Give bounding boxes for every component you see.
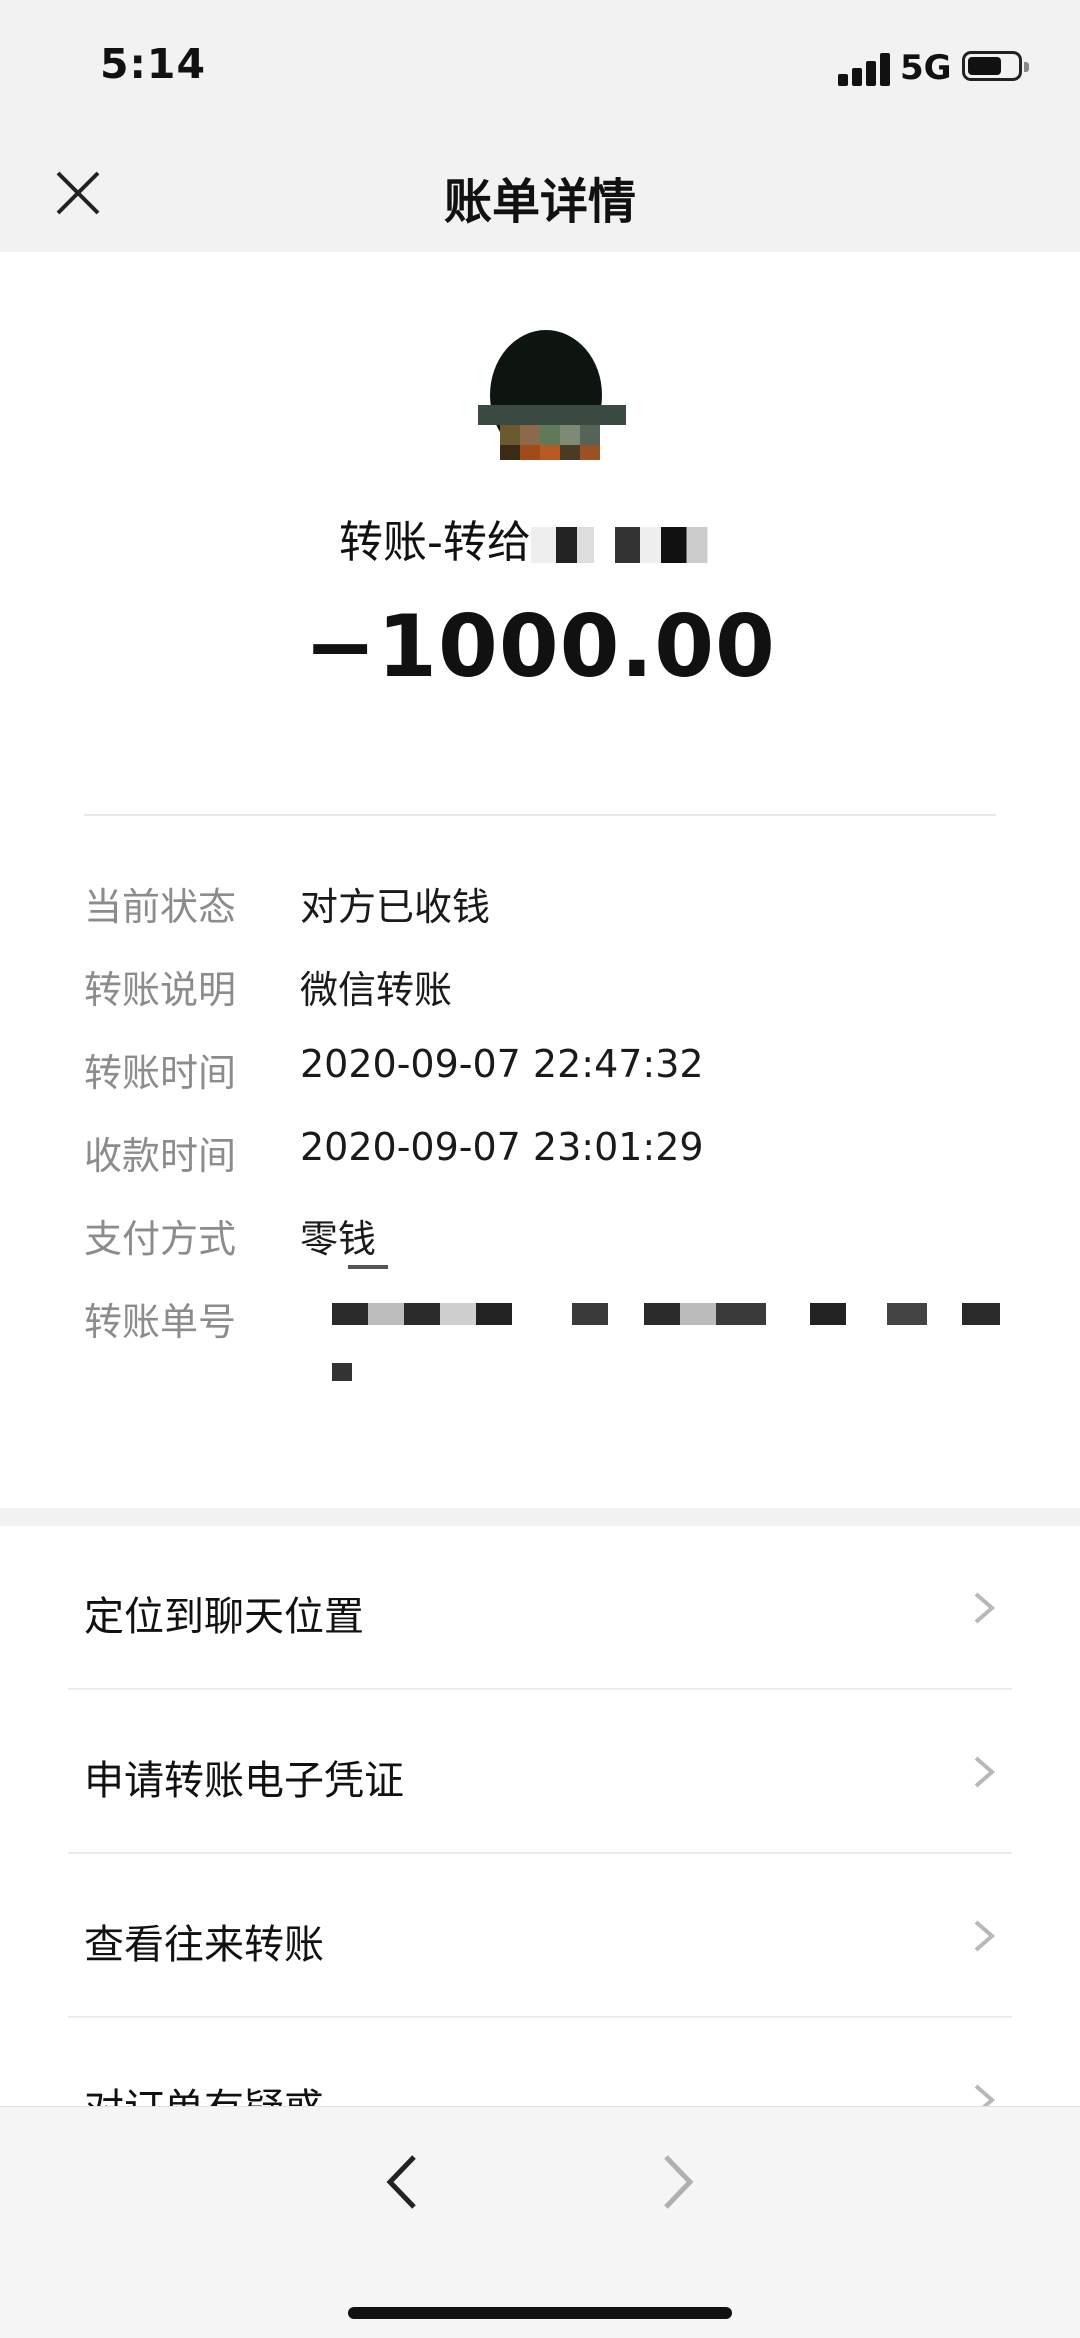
link-underline [348,1265,388,1269]
home-indicator [348,2307,732,2319]
menu-item-request-receipt[interactable]: 申请转账电子凭证 [0,1690,1080,1854]
detail-row-transfer-time: 转账时间 2020-09-07 22:47:32 [84,1042,996,1125]
status-value: 对方已收钱 [300,885,491,929]
chevron-left-icon [386,2155,416,2209]
status-time: 5:14 [100,40,206,88]
bottom-toolbar [0,2106,1080,2338]
signal-icon [838,52,890,86]
page-title: 账单详情 [443,174,636,230]
redacted-transfer-id [332,1291,1000,1386]
action-menu: 定位到聊天位置 申请转账电子凭证 查看往来转账 对订单有疑惑 [0,1526,1080,2106]
menu-item-order-question[interactable]: 对订单有疑惑 [0,2018,1080,2106]
transfer-id-label: 转账单号 [84,1300,237,1344]
transfer-time-label: 转账时间 [84,1051,237,1095]
back-button[interactable] [378,2149,426,2215]
menu-item-view-transfers[interactable]: 查看往来转账 [0,1854,1080,2018]
chevron-right-icon [664,2155,694,2209]
divider [84,814,996,816]
note-label: 转账说明 [84,968,237,1012]
detail-row-status: 当前状态 对方已收钱 [84,876,996,959]
network-type: 5G [900,48,952,88]
menu-item-label: 对订单有疑惑 [84,2076,324,2106]
nav-bar: 账单详情 [0,130,1080,252]
chevron-right-icon [974,1592,996,1624]
menu-item-label: 查看往来转账 [84,1922,324,1968]
menu-item-locate-chat[interactable]: 定位到聊天位置 [0,1526,1080,1690]
forward-button[interactable] [654,2149,702,2215]
chevron-right-icon [974,1920,996,1952]
payment-method-value[interactable]: 零钱 [300,1208,376,1263]
transfer-time-value: 2020-09-07 22:47:32 [300,1042,704,1086]
status-label: 当前状态 [84,885,237,929]
menu-item-label: 定位到聊天位置 [84,1594,364,1640]
menu-item-label: 申请转账电子凭证 [84,1758,404,1804]
battery-icon [962,51,1029,81]
detail-row-note: 转账说明 微信转账 [84,959,996,1042]
receive-time-label: 收款时间 [84,1134,237,1178]
payee-text: 转账-转给 [339,517,531,568]
bill-detail-card: 转账-转给 −1000.00 当前状态 对方已收钱 转账说明 微信转账 转账时间… [0,252,1080,1508]
detail-row-payment-method: 支付方式 零钱 [84,1208,996,1291]
status-bar: 5:14 5G [0,0,1080,130]
chevron-right-icon [974,1756,996,1788]
detail-row-receive-time: 收款时间 2020-09-07 23:01:29 [84,1125,996,1208]
detail-list: 当前状态 对方已收钱 转账说明 微信转账 转账时间 2020-09-07 22:… [84,876,1000,1411]
amount: −1000.00 [304,597,776,697]
payee-label: 转账-转给 [0,506,1080,570]
redacted-name [530,527,741,563]
payment-method-label: 支付方式 [84,1217,237,1261]
avatar [478,330,626,460]
chevron-right-icon [974,2084,996,2106]
detail-row-transfer-id: 转账单号 [84,1291,1000,1411]
receive-time-value: 2020-09-07 23:01:29 [300,1125,704,1169]
note-value: 微信转账 [300,968,453,1012]
